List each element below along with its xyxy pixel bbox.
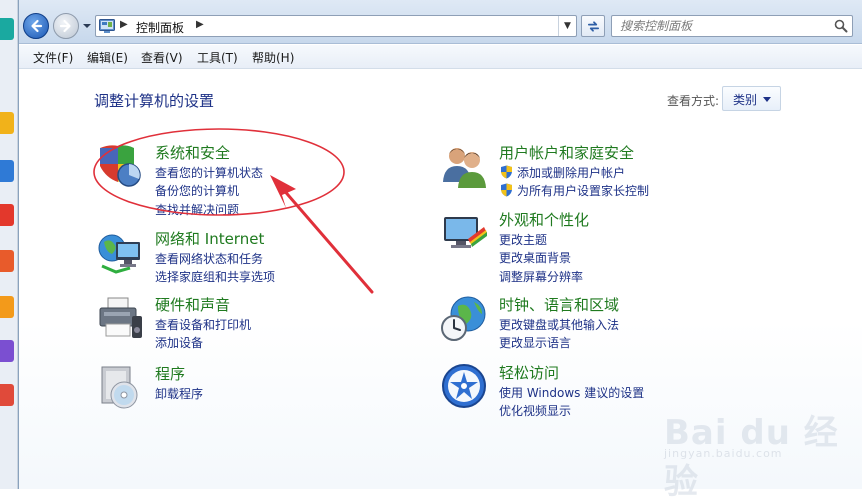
refresh-button[interactable] [581, 15, 605, 37]
clock-globe-icon[interactable] [440, 294, 488, 342]
link-parental-controls[interactable]: 为所有用户设置家长控制 [517, 182, 649, 199]
arrow-left-icon [31, 19, 43, 33]
menu-tools[interactable]: 工具(T) [197, 49, 238, 66]
navigation-bar: ▶ 控制面板 ▶ ▼ [19, 0, 862, 44]
category-title[interactable]: 程序 [155, 363, 185, 384]
link-homegroup-sharing[interactable]: 选择家庭组和共享选项 [155, 268, 275, 285]
baidu-watermark: Bai du 经验 jingyan.baidu.com [664, 395, 854, 502]
link-add-device[interactable]: 添加设备 [155, 334, 203, 351]
link-windows-recommended-settings[interactable]: 使用 Windows 建议的设置 [499, 384, 644, 401]
link-view-network-status[interactable]: 查看网络状态和任务 [155, 250, 263, 267]
background-app-icon[interactable] [0, 112, 14, 134]
link-backup-computer[interactable]: 备份您的计算机 [155, 182, 239, 199]
forward-button[interactable] [53, 13, 79, 39]
arrow-right-icon [59, 19, 71, 33]
category-title[interactable]: 系统和安全 [155, 142, 230, 163]
breadcrumb-separator-icon[interactable]: ▶ [120, 19, 128, 30]
view-by-dropdown[interactable]: 类别 [722, 86, 781, 111]
menu-view[interactable]: 查看(V) [141, 49, 183, 66]
background-app-icon[interactable] [0, 18, 14, 40]
menu-bar: 文件(F) 编辑(E) 查看(V) 工具(T) 帮助(H) [19, 45, 862, 69]
refresh-icon [587, 20, 599, 32]
address-history-dropdown[interactable]: ▼ [558, 16, 576, 36]
programs-disc-icon[interactable] [96, 363, 144, 411]
category-title[interactable]: 时钟、语言和区域 [499, 294, 619, 315]
category-title[interactable]: 用户帐户和家庭安全 [499, 142, 634, 163]
view-by-value: 类别 [733, 93, 758, 107]
link-view-devices-printers[interactable]: 查看设备和打印机 [155, 316, 251, 333]
chevron-down-icon: ▼ [564, 21, 571, 31]
view-by-label: 查看方式: [667, 94, 720, 108]
watermark-url: jingyan.baidu.com [664, 447, 783, 460]
screenshot-frame: ▶ 控制面板 ▶ ▼ 文件(F) [0, 0, 862, 502]
chevron-down-icon [763, 97, 771, 102]
category-title[interactable]: 外观和个性化 [499, 209, 589, 230]
uac-shield-icon [501, 165, 512, 179]
back-button[interactable] [23, 13, 49, 39]
background-app-icon[interactable] [0, 204, 14, 226]
page-title: 调整计算机的设置 [94, 92, 215, 110]
category-title[interactable]: 硬件和声音 [155, 294, 230, 315]
monitor-paint-icon[interactable] [440, 209, 488, 257]
recent-pages-dropdown-icon[interactable] [82, 20, 92, 32]
search-icon[interactable] [834, 19, 848, 33]
network-globe-icon[interactable] [96, 228, 144, 276]
link-add-remove-accounts[interactable]: 添加或删除用户帐户 [517, 164, 625, 181]
background-app-icon[interactable] [0, 250, 14, 272]
background-app-icon[interactable] [0, 296, 14, 318]
link-change-theme[interactable]: 更改主题 [499, 231, 547, 248]
address-bar[interactable]: ▶ 控制面板 ▶ ▼ [95, 15, 577, 37]
menu-file[interactable]: 文件(F) [33, 49, 73, 66]
link-adjust-resolution[interactable]: 调整屏幕分辨率 [499, 268, 583, 285]
breadcrumb-control-panel[interactable]: 控制面板 [136, 19, 184, 36]
category-title[interactable]: 轻松访问 [499, 362, 559, 383]
breadcrumb-separator-icon[interactable]: ▶ [196, 19, 204, 30]
link-change-desktop-background[interactable]: 更改桌面背景 [499, 249, 571, 266]
printer-speaker-icon[interactable] [96, 294, 144, 342]
background-app-icon[interactable] [0, 160, 14, 182]
background-app-icon[interactable] [0, 384, 14, 406]
users-icon[interactable] [440, 142, 488, 190]
link-change-keyboard-input[interactable]: 更改键盘或其他输入法 [499, 316, 619, 333]
search-box[interactable] [611, 15, 853, 37]
link-optimize-video-display[interactable]: 优化视频显示 [499, 402, 571, 419]
background-taskbar-strip [0, 0, 18, 489]
control-panel-icon [99, 19, 115, 33]
link-change-display-language[interactable]: 更改显示语言 [499, 334, 571, 351]
link-view-computer-status[interactable]: 查看您的计算机状态 [155, 164, 263, 181]
security-shield-icon[interactable] [96, 142, 144, 190]
uac-shield-icon [501, 183, 512, 197]
link-troubleshoot[interactable]: 查找并解决问题 [155, 201, 239, 218]
search-input[interactable] [612, 16, 830, 36]
ease-of-access-icon[interactable] [440, 362, 488, 410]
link-uninstall-program[interactable]: 卸载程序 [155, 385, 203, 402]
category-title[interactable]: 网络和 Internet [155, 228, 264, 249]
menu-edit[interactable]: 编辑(E) [87, 49, 128, 66]
background-app-icon[interactable] [0, 340, 14, 362]
menu-help[interactable]: 帮助(H) [252, 49, 294, 66]
